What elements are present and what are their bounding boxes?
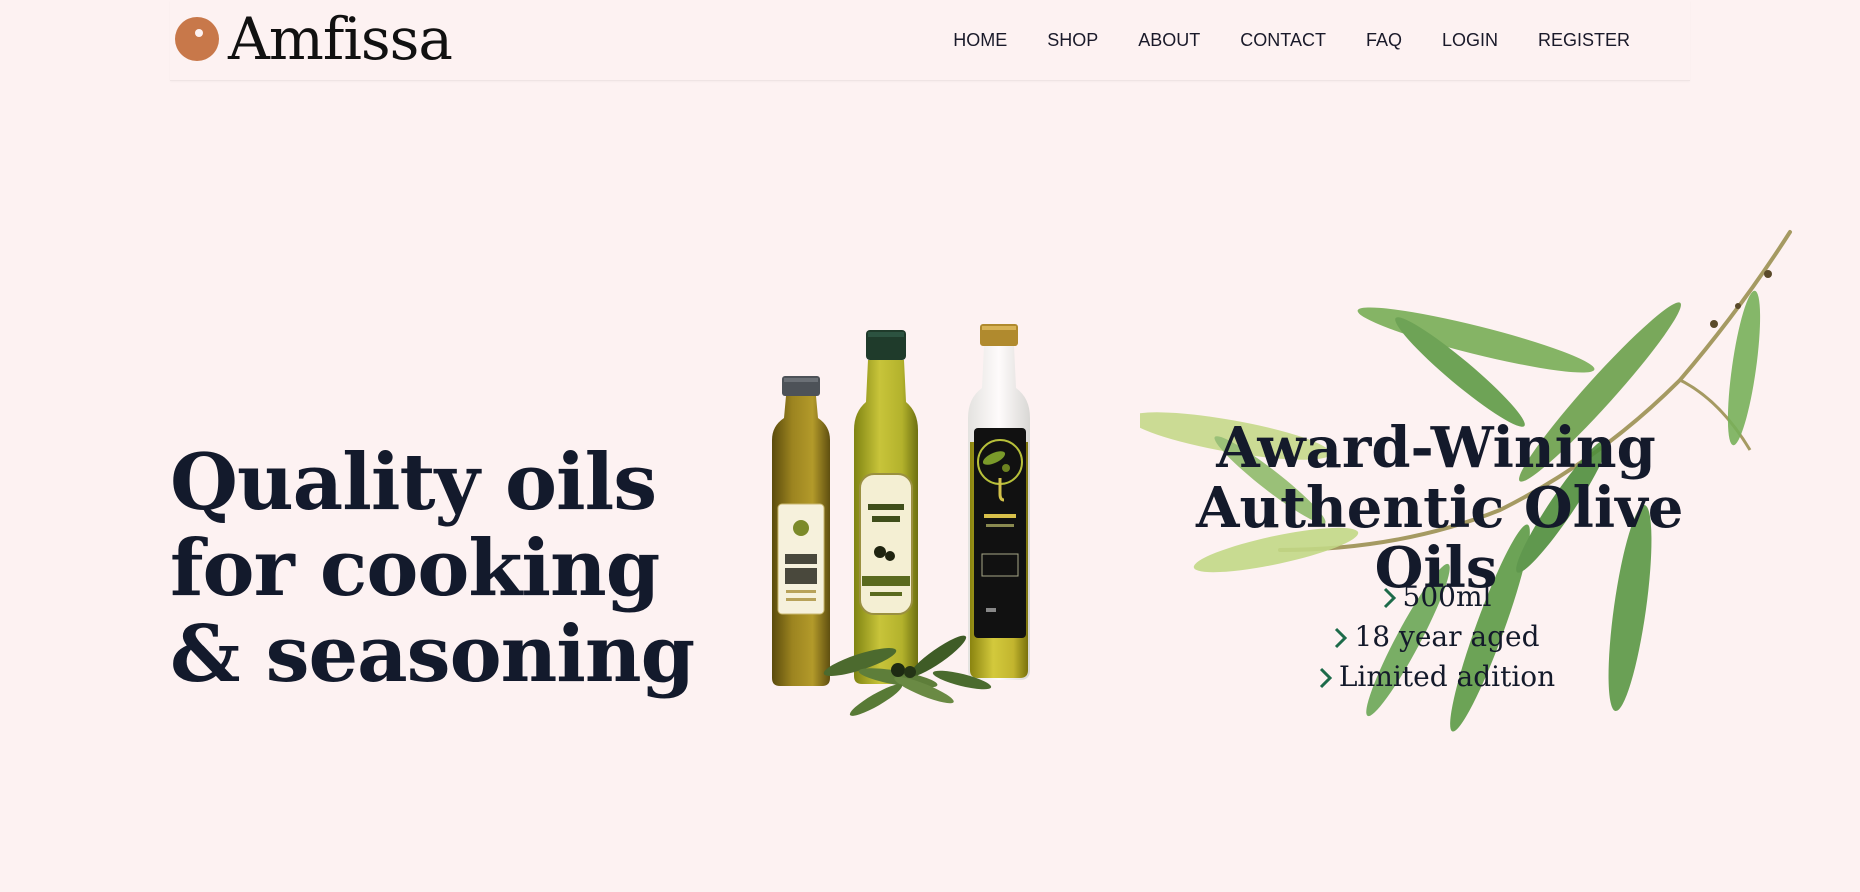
olive-oil-bottles-image [748, 318, 1088, 728]
feature-label: 18 year aged [1354, 619, 1540, 653]
product-feature-list: 500ml 18 year aged Limited adition [1196, 576, 1676, 696]
product-heading-line: Authentic Olive [1196, 475, 1684, 542]
orange-circle-logo-icon [174, 16, 220, 62]
feature-item: Limited adition [1196, 656, 1676, 696]
nav-register[interactable]: REGISTER [1538, 25, 1630, 55]
feature-item: 18 year aged [1196, 616, 1676, 656]
main-navigation: HOME SHOP ABOUT CONTACT FAQ LOGIN REGIST… [953, 25, 1630, 55]
feature-item: 500ml [1196, 576, 1676, 616]
hero-title-line: Quality oils [170, 437, 657, 529]
nav-faq[interactable]: FAQ [1366, 25, 1402, 55]
hero-title-line: for cooking [170, 523, 660, 615]
feature-label: Limited adition [1338, 659, 1556, 693]
product-heading: Award-Wining Authentic Olive Oils [1196, 415, 1684, 598]
chevron-right-icon [1332, 624, 1350, 649]
chevron-right-icon [1317, 664, 1335, 689]
nav-home[interactable]: HOME [953, 25, 1007, 55]
brand-logo-link[interactable]: Amfissa [174, 5, 453, 73]
product-heading-line: Award-Wining [1216, 415, 1656, 482]
brand-name: Amfissa [228, 5, 453, 73]
chevron-right-icon [1381, 584, 1399, 609]
nav-contact[interactable]: CONTACT [1240, 25, 1326, 55]
hero-title: Quality oils for cooking & seasoning [170, 440, 730, 698]
nav-about[interactable]: ABOUT [1138, 25, 1200, 55]
feature-label: 500ml [1402, 579, 1492, 613]
site-header: Amfissa HOME SHOP ABOUT CONTACT FAQ LOGI… [170, 0, 1690, 81]
nav-login[interactable]: LOGIN [1442, 25, 1498, 55]
nav-shop[interactable]: SHOP [1047, 25, 1098, 55]
hero-title-line: & seasoning [170, 609, 695, 701]
